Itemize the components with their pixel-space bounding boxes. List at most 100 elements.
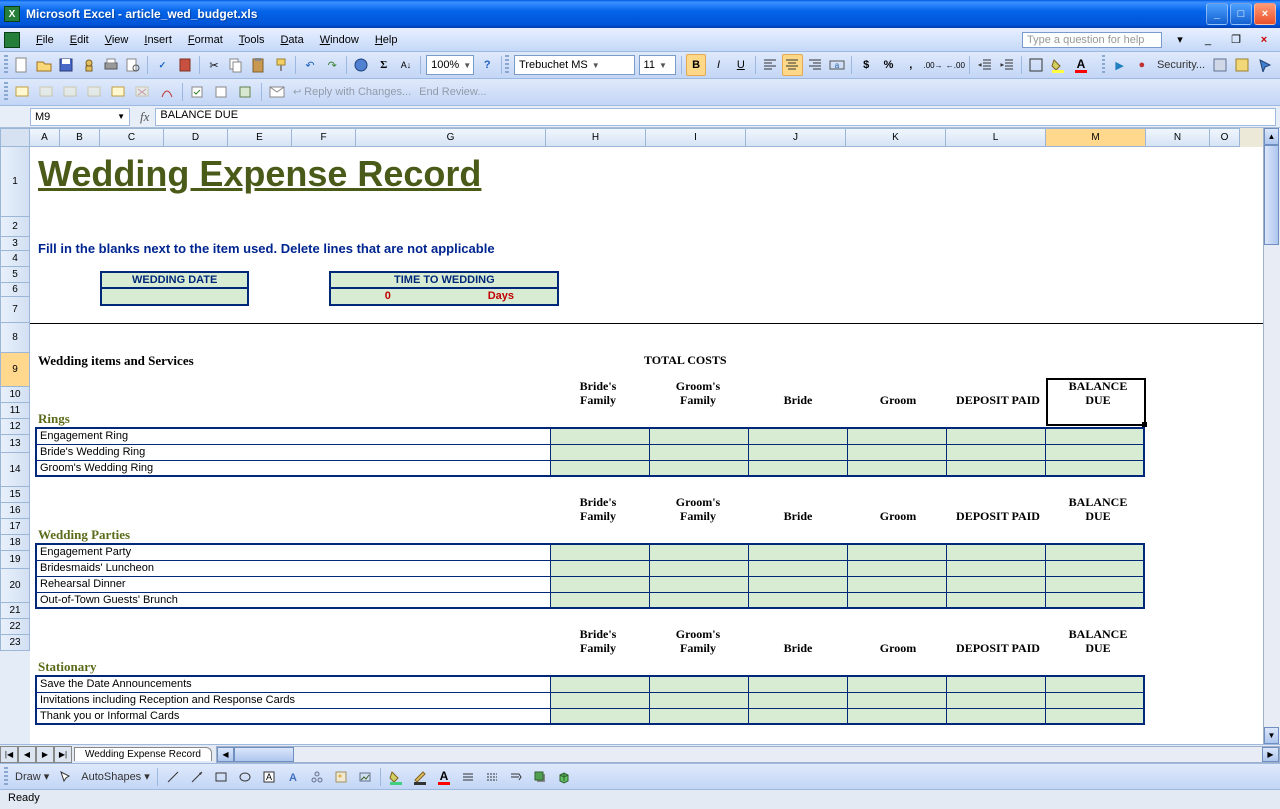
row-header-14[interactable]: 14 [0,453,30,487]
data-table[interactable]: Engagement PartyBridesmaids' LuncheonReh… [35,543,1145,609]
value-cell[interactable] [847,576,946,592]
value-cell[interactable] [649,592,748,608]
autoshapes-menu[interactable]: AutoShapes ▾ [77,770,154,783]
arrow-style-icon[interactable] [505,766,527,788]
row-header-22[interactable]: 22 [0,619,30,635]
align-center-icon[interactable] [782,54,802,76]
zoom-dropdown[interactable]: 100%▼ [426,55,474,75]
font-color-draw-icon[interactable]: A [433,766,455,788]
col-header-F[interactable]: F [292,128,356,147]
table-row[interactable]: Thank you or Informal Cards [36,708,1144,724]
new-comment-icon[interactable] [12,81,34,103]
close-button[interactable]: × [1254,3,1276,25]
value-cell[interactable] [748,592,847,608]
row-header-9[interactable]: 9 [0,353,30,387]
value-cell[interactable] [748,460,847,476]
wordart-icon[interactable]: A [282,766,304,788]
col-header-J[interactable]: J [746,128,846,147]
value-cell[interactable] [748,676,847,692]
value-cell[interactable] [649,708,748,724]
scroll-thumb[interactable] [1264,145,1279,245]
toolbar-grip[interactable] [505,55,509,75]
value-cell[interactable] [1045,592,1144,608]
show-all-comments-icon[interactable] [108,81,130,103]
value-cell[interactable] [1045,692,1144,708]
redo-icon[interactable]: ↷ [322,54,342,76]
currency-icon[interactable]: $ [856,54,876,76]
merge-center-icon[interactable]: a [827,54,847,76]
value-cell[interactable] [1045,428,1144,444]
help-search[interactable]: Type a question for help [1022,32,1162,48]
font-color-icon[interactable]: A [1070,54,1090,76]
col-header-A[interactable]: A [30,128,60,147]
formula-input[interactable]: BALANCE DUE [155,108,1276,126]
cell-grid[interactable]: Wedding Expense Record Fill in the blank… [30,147,1280,744]
row-header-13[interactable]: 13 [0,435,30,453]
row-header-1[interactable]: 1 [0,147,30,217]
row-header-3[interactable]: 3 [0,237,30,251]
align-right-icon[interactable] [805,54,825,76]
row-header-21[interactable]: 21 [0,603,30,619]
scroll-down-icon[interactable]: ▼ [1264,727,1279,744]
col-header-E[interactable]: E [228,128,292,147]
dash-style-icon[interactable] [481,766,503,788]
value-cell[interactable] [847,692,946,708]
item-name-cell[interactable]: Invitations including Reception and Resp… [36,692,550,708]
col-header-I[interactable]: I [646,128,746,147]
item-name-cell[interactable]: Thank you or Informal Cards [36,708,550,724]
menu-insert[interactable]: Insert [136,32,180,48]
row-header-2[interactable]: 2 [0,217,30,237]
row-header-4[interactable]: 4 [0,251,30,267]
value-cell[interactable] [649,576,748,592]
data-table[interactable]: Engagement RingBride's Wedding RingGroom… [35,427,1145,477]
table-row[interactable]: Save the Date Announcements [36,676,1144,692]
row-header-11[interactable]: 11 [0,403,30,419]
item-name-cell[interactable]: Out-of-Town Guests' Brunch [36,592,550,608]
italic-button[interactable]: I [708,54,728,76]
diagram-icon[interactable] [306,766,328,788]
print-icon[interactable] [101,54,121,76]
value-cell[interactable] [649,560,748,576]
bold-button[interactable]: B [686,54,706,76]
hyperlink-icon[interactable] [351,54,371,76]
tab-last-icon[interactable]: ▶| [54,746,72,763]
table-row[interactable]: Out-of-Town Guests' Brunch [36,592,1144,608]
fill-color-draw-icon[interactable] [385,766,407,788]
delete-comment-icon[interactable] [132,81,154,103]
doc-icon[interactable] [4,32,20,48]
value-cell[interactable] [748,708,847,724]
menu-file[interactable]: File [28,32,62,48]
doc-close-button[interactable]: × [1253,29,1275,51]
table-row[interactable]: Engagement Ring [36,428,1144,444]
font-size-dropdown[interactable]: 11▼ [639,55,677,75]
value-cell[interactable] [946,676,1045,692]
fill-color-icon[interactable] [1048,54,1068,76]
value-cell[interactable] [1045,544,1144,560]
value-cell[interactable] [550,592,649,608]
value-cell[interactable] [649,676,748,692]
borders-icon[interactable] [1026,54,1046,76]
open-icon[interactable] [34,54,54,76]
comma-icon[interactable]: , [901,54,921,76]
value-cell[interactable] [649,428,748,444]
align-left-icon[interactable] [760,54,780,76]
col-header-M[interactable]: M [1046,128,1146,147]
send-mail-icon[interactable] [266,81,288,103]
value-cell[interactable] [550,692,649,708]
vertical-scrollbar[interactable]: ▲ ▼ [1263,128,1280,744]
macro-record-icon[interactable]: ● [1132,54,1152,76]
cut-icon[interactable]: ✂ [204,54,224,76]
line-color-icon[interactable] [409,766,431,788]
value-cell[interactable] [946,592,1045,608]
value-cell[interactable] [847,428,946,444]
value-cell[interactable] [847,444,946,460]
row-header-6[interactable]: 6 [0,283,30,297]
copy-icon[interactable] [226,54,246,76]
shadow-style-icon[interactable] [529,766,551,788]
table-row[interactable]: Groom's Wedding Ring [36,460,1144,476]
hscroll-thumb[interactable] [234,747,294,762]
col-header-O[interactable]: O [1210,128,1240,147]
control-toolbox-icon[interactable] [1232,54,1252,76]
value-cell[interactable] [550,576,649,592]
item-name-cell[interactable]: Engagement Ring [36,428,550,444]
